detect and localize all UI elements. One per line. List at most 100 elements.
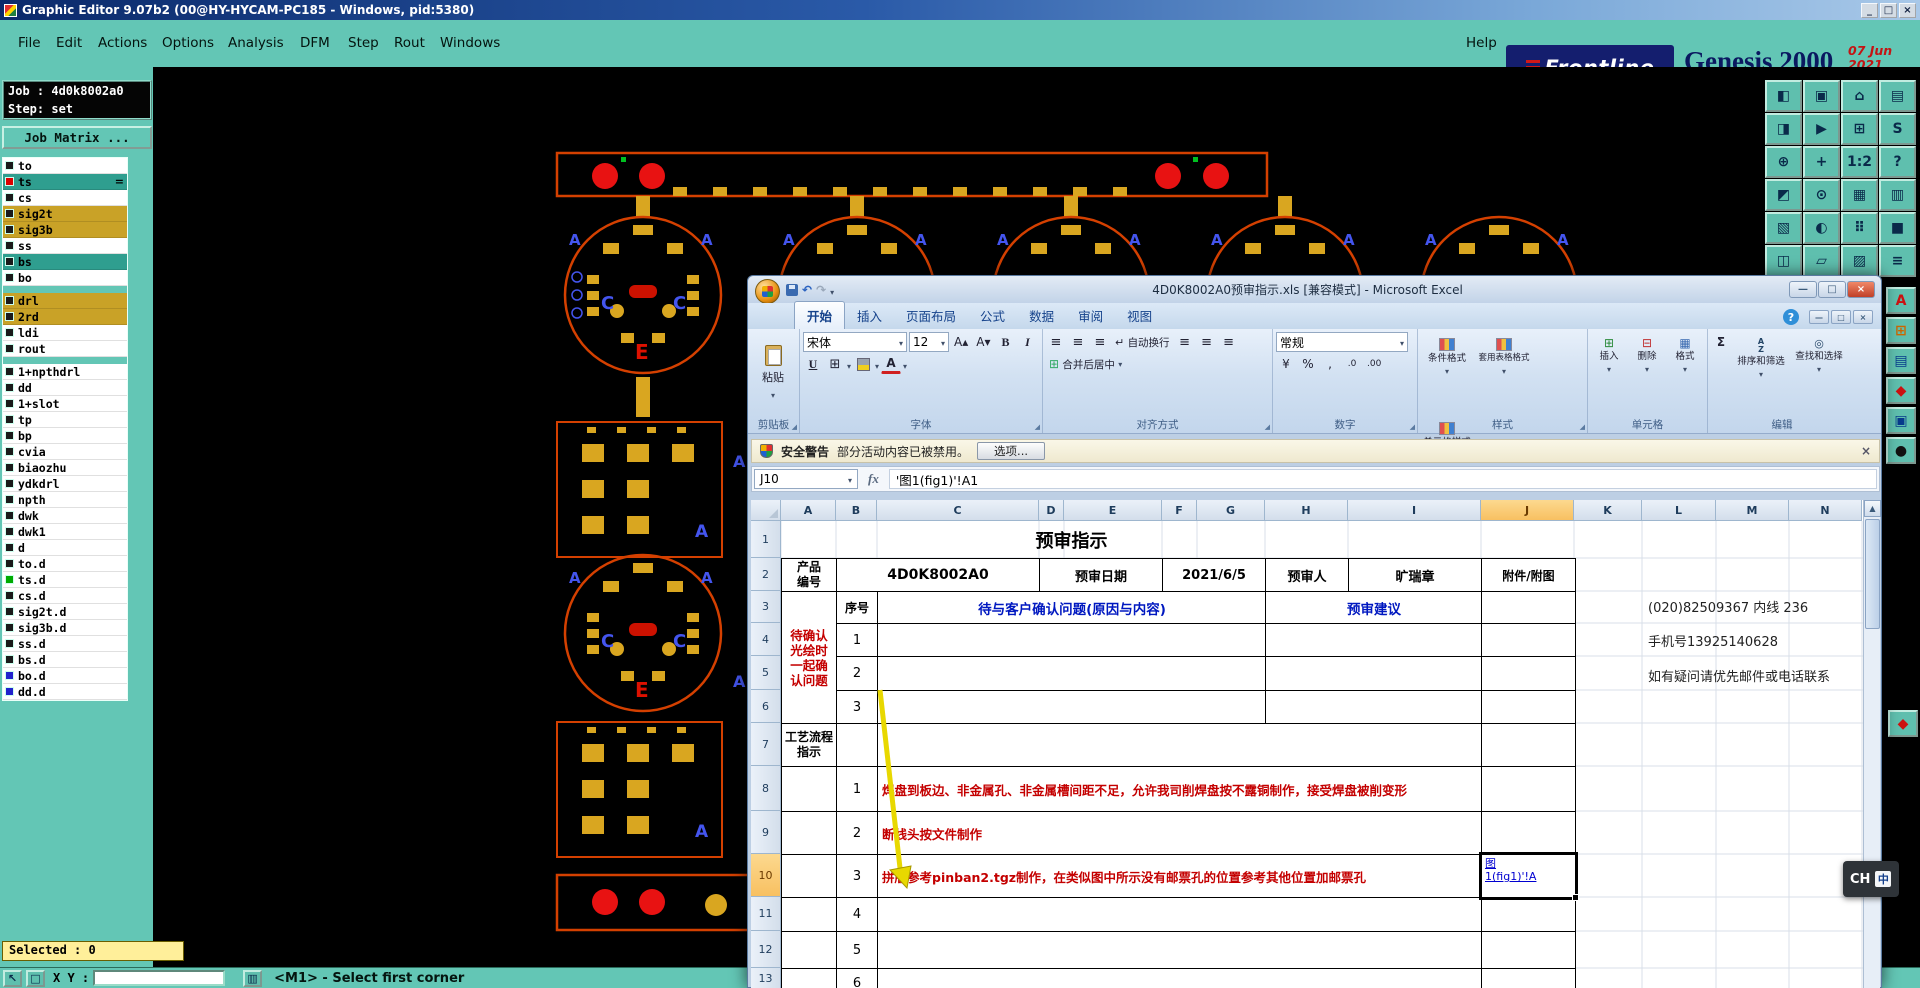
- cell-C3-confirm-header[interactable]: 待与客户确认问题(原因与内容): [877, 591, 1267, 624]
- tab-insert[interactable]: 插入: [845, 302, 894, 329]
- dialog-launcher-icon[interactable]: [1580, 423, 1585, 431]
- cell-J8[interactable]: [1481, 766, 1576, 812]
- align-middle-icon[interactable]: [1068, 332, 1088, 352]
- row-header-5[interactable]: 5: [751, 656, 781, 690]
- align-center-icon[interactable]: [1197, 332, 1217, 352]
- layer-row[interactable]: biaozhu: [3, 460, 127, 476]
- format-as-table-button[interactable]: 套用表格格式: [1475, 332, 1533, 414]
- cell-C7[interactable]: [877, 723, 1483, 767]
- layer-row[interactable]: dd.d: [3, 684, 127, 700]
- toolbar-icon[interactable]: ≡: [1879, 245, 1916, 277]
- workbook-restore-icon[interactable]: [1831, 310, 1851, 324]
- excel-minimize-icon[interactable]: [1789, 281, 1817, 298]
- sort-filter-button[interactable]: A Z 排序和筛选: [1733, 332, 1789, 414]
- layer-row-ss[interactable]: ss: [3, 238, 127, 254]
- layer-row[interactable]: 1+npthdrl: [3, 364, 127, 380]
- cell-C9-process-2[interactable]: 断线头按文件制作: [877, 811, 1483, 855]
- shrink-font-icon[interactable]: A▾: [973, 332, 993, 352]
- cell-A12[interactable]: [781, 931, 837, 969]
- genesis-titlebar[interactable]: Graphic Editor 9.07b2 (00@HY-HYCAM-PC185…: [0, 0, 1920, 20]
- workbook-close-icon[interactable]: [1853, 310, 1873, 324]
- layer-row[interactable]: bs.d: [3, 652, 127, 668]
- tab-view[interactable]: 视图: [1115, 302, 1164, 329]
- underline-button[interactable]: U: [803, 354, 823, 374]
- merge-center-button[interactable]: 合并后居中: [1046, 354, 1125, 374]
- workbook-minimize-icon[interactable]: [1809, 310, 1829, 324]
- cell-A2[interactable]: 产品 编号: [781, 558, 837, 592]
- cell-J2[interactable]: 附件/附图: [1481, 558, 1576, 592]
- col-header-K[interactable]: K: [1574, 500, 1642, 521]
- toolbar-icon[interactable]: S: [1879, 113, 1916, 145]
- col-header-M[interactable]: M: [1716, 500, 1789, 521]
- toolbar-icon[interactable]: ⊕: [1765, 146, 1802, 178]
- row-header-10-selected[interactable]: 10: [751, 854, 781, 897]
- name-box[interactable]: J10: [754, 469, 858, 489]
- layer-row-cs[interactable]: cs: [3, 190, 127, 206]
- accounting-format-icon[interactable]: ¥: [1276, 354, 1296, 374]
- cell-H3-advice-header[interactable]: 预审建议: [1265, 591, 1483, 624]
- grow-font-icon[interactable]: A▴: [951, 332, 971, 352]
- toolbar-icon[interactable]: ⌂: [1841, 80, 1878, 112]
- cell-D2[interactable]: 预审日期: [1039, 558, 1163, 592]
- tab-data[interactable]: 数据: [1017, 302, 1066, 329]
- increase-decimal-icon[interactable]: .0: [1342, 354, 1362, 374]
- col-header-I[interactable]: I: [1348, 500, 1481, 521]
- col-header-A[interactable]: A: [781, 500, 836, 521]
- percent-format-icon[interactable]: %: [1298, 354, 1318, 374]
- toolbar-icon[interactable]: ⊞: [1841, 113, 1878, 145]
- ime-indicator[interactable]: CH 中: [1843, 861, 1899, 897]
- layer-row-drl[interactable]: drl: [3, 293, 127, 309]
- cell-B10[interactable]: 3: [836, 854, 878, 898]
- layer-row-ldi[interactable]: ldi: [3, 325, 127, 341]
- tab-page-layout[interactable]: 页面布局: [894, 302, 968, 329]
- toolbar-icon[interactable]: ▱: [1803, 245, 1840, 277]
- cell-J7[interactable]: [1481, 723, 1576, 767]
- cell-I2-reviewer[interactable]: 旷瑞章: [1348, 558, 1482, 592]
- rect-tool-icon[interactable]: □: [26, 969, 45, 987]
- cell-B11[interactable]: 4: [836, 897, 878, 932]
- layer-row-ts[interactable]: ts =: [3, 174, 127, 190]
- toolbar-icon[interactable]: ◨: [1765, 113, 1802, 145]
- excel-help-icon[interactable]: ?: [1783, 309, 1799, 325]
- toolbar-icon[interactable]: ▶: [1803, 113, 1840, 145]
- toolbar-icon[interactable]: ◧: [1765, 80, 1802, 112]
- col-header-G[interactable]: G: [1197, 500, 1265, 521]
- paste-button[interactable]: 粘贴: [751, 332, 795, 414]
- layer-row[interactable]: ss.d: [3, 636, 127, 652]
- side-tool-icon[interactable]: ◆: [1886, 377, 1916, 404]
- cell-J12[interactable]: [1481, 931, 1576, 969]
- number-format-combo[interactable]: 常规: [1276, 332, 1408, 352]
- row-header-3[interactable]: 3: [751, 591, 781, 623]
- layer-row-sig3b[interactable]: sig3b: [3, 222, 127, 238]
- cell-A9[interactable]: [781, 811, 837, 855]
- cell-A8[interactable]: [781, 766, 837, 812]
- layer-row[interactable]: sig2t.d: [3, 604, 127, 620]
- dialog-launcher-icon[interactable]: [792, 423, 797, 431]
- cell-J13[interactable]: [1481, 968, 1576, 988]
- layer-row-bo[interactable]: bo: [3, 270, 127, 286]
- minimize-icon[interactable]: [1861, 2, 1878, 18]
- row-header-13[interactable]: 13: [751, 968, 781, 988]
- maximize-icon[interactable]: [1880, 2, 1897, 18]
- toolbar-icon[interactable]: ▨: [1841, 245, 1878, 277]
- layer-row[interactable]: sig3b.d: [3, 620, 127, 636]
- cell-C5[interactable]: [877, 656, 1267, 691]
- side-tool-icon[interactable]: ◆: [1888, 710, 1918, 737]
- font-name-combo[interactable]: 宋体: [803, 332, 907, 352]
- italic-button[interactable]: I: [1017, 332, 1037, 352]
- menu-file[interactable]: File: [18, 35, 41, 51]
- cell-B2-product[interactable]: 4D0K8002A0: [836, 558, 1040, 592]
- cell-B7[interactable]: [836, 723, 878, 767]
- layer-row[interactable]: cs.d: [3, 588, 127, 604]
- toolbar-icon[interactable]: +: [1803, 146, 1840, 178]
- side-tool-icon[interactable]: ▣: [1886, 407, 1916, 434]
- layer-row-2rd[interactable]: 2rd: [3, 309, 127, 325]
- cell-C4[interactable]: [877, 623, 1267, 657]
- layer-row-bs[interactable]: bs: [3, 254, 127, 270]
- scroll-up-icon[interactable]: [1864, 500, 1881, 517]
- side-tool-icon[interactable]: ▤: [1886, 347, 1916, 374]
- cell-C12[interactable]: [877, 931, 1483, 969]
- cell-H4[interactable]: [1265, 623, 1483, 657]
- layer-row-sig2t[interactable]: sig2t: [3, 206, 127, 222]
- toolbar-icon[interactable]: ▣: [1803, 80, 1840, 112]
